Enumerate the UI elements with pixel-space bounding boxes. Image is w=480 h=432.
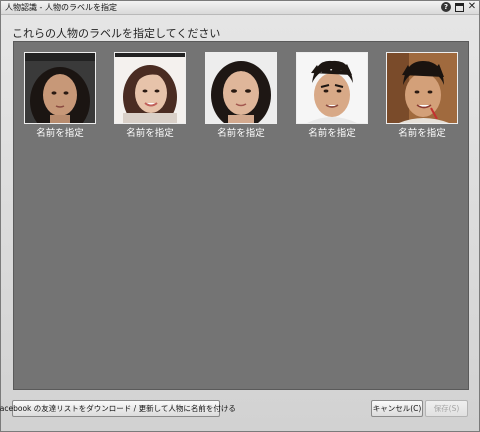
restore-icon[interactable] (454, 2, 464, 12)
save-button[interactable]: 保存(S) (425, 400, 468, 417)
instruction-text: これらの人物のラベルを指定してください (12, 27, 221, 40)
assign-name-button-3[interactable]: 名前を指定 (205, 125, 277, 139)
dialog-window: 人物認識 - 人物のラベルを指定 ? ✕ これらの人物のラベルを指定してください (0, 0, 480, 432)
close-icon[interactable]: ✕ (467, 2, 477, 12)
faces-panel: 名前を指定 名前を指定 名前を指定 名前を指定 名前を指定 (13, 41, 469, 390)
face-photo-2[interactable] (114, 52, 186, 124)
assign-name-button-5[interactable]: 名前を指定 (386, 125, 458, 139)
face-photo-5[interactable] (386, 52, 458, 124)
face-item-1[interactable]: 名前を指定 (24, 52, 96, 142)
face-photo-3[interactable] (205, 52, 277, 124)
face-item-4[interactable]: 名前を指定 (296, 52, 368, 142)
assign-name-button-4[interactable]: 名前を指定 (296, 125, 368, 139)
assign-name-button-1[interactable]: 名前を指定 (24, 125, 96, 139)
cancel-button[interactable]: キャンセル(C) (371, 400, 423, 417)
facebook-download-button[interactable]: Facebook の友達リストをダウンロード / 更新して人物に名前を付ける (0, 400, 236, 417)
face-item-5[interactable]: 名前を指定 (386, 52, 458, 142)
face-photo-1[interactable] (24, 52, 96, 124)
face-item-3[interactable]: 名前を指定 (205, 52, 277, 142)
assign-name-button-2[interactable]: 名前を指定 (114, 125, 186, 139)
face-photo-4[interactable] (296, 52, 368, 124)
help-icon[interactable]: ? (441, 2, 451, 12)
window-title: 人物認識 - 人物のラベルを指定 (5, 3, 117, 12)
title-bar[interactable]: 人物認識 - 人物のラベルを指定 ? ✕ (1, 1, 479, 15)
face-item-2[interactable]: 名前を指定 (114, 52, 186, 142)
